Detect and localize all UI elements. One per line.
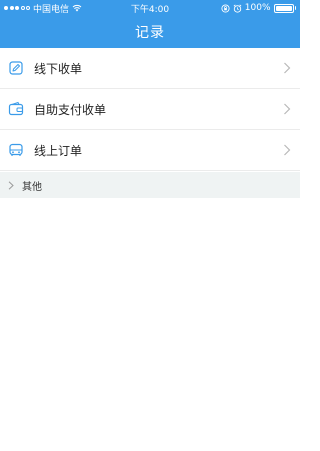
list-item-label: 线上订单	[34, 143, 83, 158]
chevron-right-icon	[6, 180, 16, 190]
carrier-name: 中国电信	[33, 4, 70, 15]
battery-icon	[273, 3, 296, 13]
status-right: 100%	[221, 3, 296, 13]
wallet-icon	[8, 101, 24, 117]
chevron-right-icon	[282, 103, 292, 115]
list-item-self-service-payment[interactable]: 自助支付收单	[0, 89, 300, 130]
status-left: 中国电信	[4, 2, 82, 15]
wifi-icon	[72, 4, 82, 12]
section-other[interactable]: 其他	[0, 172, 300, 198]
signal-strength-icon	[4, 6, 30, 10]
alarm-icon	[233, 4, 242, 13]
orientation-lock-icon	[221, 3, 230, 13]
chevron-right-icon	[282, 144, 292, 156]
list-item-label: 线下收单	[34, 61, 83, 76]
edit-square-icon	[8, 60, 24, 76]
section-other-label: 其他	[22, 181, 42, 193]
records-list: 线下收单 自助支付收单 线上订单	[0, 48, 300, 171]
battery-percent: 100%	[244, 3, 271, 13]
page-title: 记录	[135, 25, 165, 41]
chevron-right-icon	[282, 62, 292, 74]
navigation-bar: 记录	[0, 16, 300, 48]
list-item-offline-payment[interactable]: 线下收单	[0, 48, 300, 89]
list-item-label: 自助支付收单	[34, 102, 107, 117]
status-bar: 中国电信 下午4:00 100%	[0, 0, 300, 16]
list-item-online-orders[interactable]: 线上订单	[0, 130, 300, 171]
bus-icon	[8, 142, 24, 158]
